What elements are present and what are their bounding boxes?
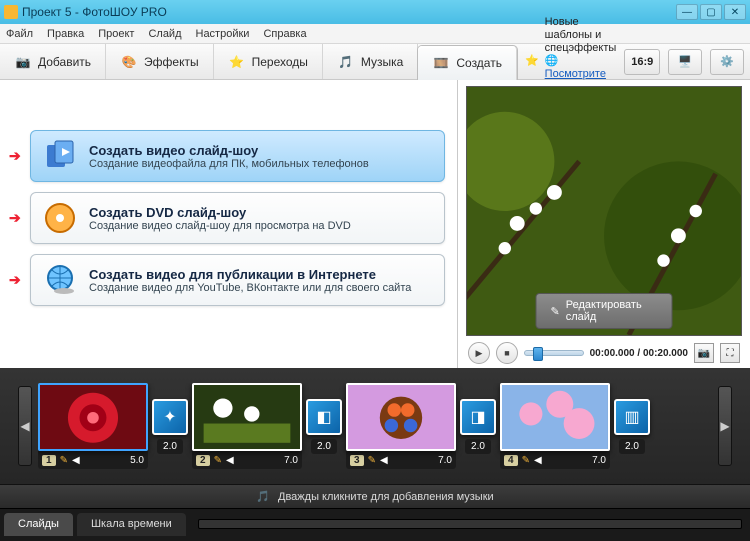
transition-item[interactable]: ▥ 2.0 bbox=[614, 399, 650, 454]
tab-add-label: Добавить bbox=[38, 55, 91, 69]
edit-icon[interactable]: ✎ bbox=[60, 455, 68, 466]
music-icon: 🎵 bbox=[337, 53, 355, 71]
slide-duration: 7.0 bbox=[592, 455, 606, 466]
edit-icon[interactable]: ✎ bbox=[522, 455, 530, 466]
slide-item[interactable]: 3✎◀7.0 bbox=[346, 383, 456, 469]
bottom-tab-timeline[interactable]: Шкала времени bbox=[77, 513, 186, 536]
pencil-icon: ✎ bbox=[551, 305, 560, 318]
slide-duration: 7.0 bbox=[438, 455, 452, 466]
option-desc: Создание видео слайд-шоу для просмотра н… bbox=[89, 220, 351, 232]
star-icon: ⭐ bbox=[228, 53, 246, 71]
snapshot-button[interactable]: 📷 bbox=[694, 343, 714, 363]
transition-duration: 2.0 bbox=[465, 439, 491, 454]
maximize-button[interactable]: ▢ bbox=[700, 4, 722, 20]
transition-duration: 2.0 bbox=[157, 439, 183, 454]
pointer-arrow-icon: ➔ bbox=[9, 210, 21, 227]
bottom-tab-slides[interactable]: Слайды bbox=[4, 513, 73, 536]
pointer-arrow-icon: ➔ bbox=[9, 148, 21, 165]
tab-add[interactable]: 📷 Добавить bbox=[0, 44, 106, 79]
tab-transitions[interactable]: ⭐ Переходы bbox=[214, 44, 323, 79]
menu-edit[interactable]: Правка bbox=[47, 28, 84, 40]
timeline: ◀ 1✎◀5.0 ✦ 2.0 2✎◀7.0 ◧ 2.0 3✎◀7.0 ◨ 2.0 bbox=[0, 368, 750, 484]
globe-icon bbox=[43, 263, 77, 297]
prev-frame-icon[interactable]: ◀ bbox=[380, 455, 388, 466]
option-title: Создать видео слайд-шоу bbox=[89, 143, 369, 158]
slide-item[interactable]: 4✎◀7.0 bbox=[500, 383, 610, 469]
film-icon: 🎞️ bbox=[432, 54, 450, 72]
tab-create[interactable]: 🎞️ Создать bbox=[418, 46, 517, 80]
option-video-slideshow[interactable]: ➔ Создать видео слайд-шоу Создание видео… bbox=[30, 130, 445, 182]
transition-icon: ✦ bbox=[152, 399, 188, 435]
option-internet-video[interactable]: ➔ Создать видео для публикации в Интерне… bbox=[30, 254, 445, 306]
tab-music[interactable]: 🎵 Музыка bbox=[323, 44, 418, 79]
edit-slide-button[interactable]: ✎ Редактировать слайд bbox=[536, 293, 673, 329]
transition-item[interactable]: ◧ 2.0 bbox=[306, 399, 342, 454]
close-button[interactable]: ✕ bbox=[724, 4, 746, 20]
menu-file[interactable]: Файл bbox=[6, 28, 33, 40]
preview-panel: ✎ Редактировать слайд ▶ ■ 00:00.000 / 00… bbox=[458, 80, 750, 368]
app-logo-icon bbox=[4, 5, 18, 19]
menu-slide[interactable]: Слайд bbox=[148, 28, 181, 40]
transition-duration: 2.0 bbox=[311, 439, 337, 454]
seek-bar[interactable] bbox=[524, 350, 584, 356]
prev-frame-icon[interactable]: ◀ bbox=[72, 455, 80, 466]
timeline-track[interactable]: 1✎◀5.0 ✦ 2.0 2✎◀7.0 ◧ 2.0 3✎◀7.0 ◨ 2.0 4… bbox=[38, 383, 712, 469]
dvd-disc-icon bbox=[43, 201, 77, 235]
transition-item[interactable]: ✦ 2.0 bbox=[152, 399, 188, 454]
seek-thumb[interactable] bbox=[533, 347, 543, 361]
bottom-bar: Слайды Шкала времени bbox=[0, 508, 750, 541]
video-file-icon bbox=[43, 139, 77, 173]
slide-item[interactable]: 1✎◀5.0 bbox=[38, 383, 148, 469]
edit-icon[interactable]: ✎ bbox=[368, 455, 376, 466]
tab-transitions-label: Переходы bbox=[252, 55, 308, 69]
display-mode-button[interactable]: 🖥️ bbox=[668, 49, 702, 75]
settings-button[interactable]: ⚙️ bbox=[710, 49, 744, 75]
preview-image[interactable]: ✎ Редактировать слайд bbox=[466, 86, 742, 336]
menu-help[interactable]: Справка bbox=[263, 28, 306, 40]
menu-settings[interactable]: Настройки bbox=[196, 28, 250, 40]
transition-duration: 2.0 bbox=[619, 439, 645, 454]
option-title: Создать DVD слайд-шоу bbox=[89, 205, 351, 220]
option-title: Создать видео для публикации в Интернете bbox=[89, 267, 411, 282]
tab-music-label: Музыка bbox=[361, 55, 403, 69]
slide-item[interactable]: 2✎◀7.0 bbox=[192, 383, 302, 469]
play-button[interactable]: ▶ bbox=[468, 342, 490, 364]
option-desc: Создание видео для YouTube, ВКонтакте ил… bbox=[89, 282, 411, 294]
minimize-button[interactable]: — bbox=[676, 4, 698, 20]
tab-create-label: Создать bbox=[456, 56, 502, 70]
tab-effects[interactable]: 🎨 Эффекты bbox=[106, 44, 214, 79]
main-toolbar: 📷 Добавить 🎨 Эффекты ⭐ Переходы 🎵 Музыка… bbox=[0, 44, 750, 80]
palette-icon: 🎨 bbox=[120, 53, 138, 71]
tab-effects-label: Эффекты bbox=[144, 55, 199, 69]
player-controls: ▶ ■ 00:00.000 / 00:20.000 📷 ⛶ bbox=[466, 336, 742, 364]
timeline-scroll-left[interactable]: ◀ bbox=[18, 386, 32, 466]
edit-icon[interactable]: ✎ bbox=[214, 455, 222, 466]
create-panel: ➔ Создать видео слайд-шоу Создание видео… bbox=[0, 80, 458, 368]
stop-button[interactable]: ■ bbox=[496, 342, 518, 364]
star-small-icon: ⭐ bbox=[525, 55, 539, 68]
option-dvd-slideshow[interactable]: ➔ Создать DVD слайд-шоу Создание видео с… bbox=[30, 192, 445, 244]
promo-line1: Новые шаблоны и спецэффекты bbox=[545, 16, 617, 55]
camera-icon: 📷 bbox=[14, 53, 32, 71]
prev-frame-icon[interactable]: ◀ bbox=[534, 455, 542, 466]
slide-duration: 7.0 bbox=[284, 455, 298, 466]
music-note-icon: 🎵 bbox=[256, 490, 270, 503]
prev-frame-icon[interactable]: ◀ bbox=[226, 455, 234, 466]
slide-duration: 5.0 bbox=[130, 455, 144, 466]
transition-icon: ◨ bbox=[460, 399, 496, 435]
menu-bar: Файл Правка Проект Слайд Настройки Справ… bbox=[0, 24, 750, 44]
aspect-ratio-button[interactable]: 16:9 bbox=[624, 49, 660, 75]
transition-icon: ▥ bbox=[614, 399, 650, 435]
transition-item[interactable]: ◨ 2.0 bbox=[460, 399, 496, 454]
timeline-scroll-right[interactable]: ▶ bbox=[718, 386, 732, 466]
time-display: 00:00.000 / 00:20.000 bbox=[590, 348, 688, 359]
pointer-arrow-icon: ➔ bbox=[9, 272, 21, 289]
transition-icon: ◧ bbox=[306, 399, 342, 435]
option-desc: Создание видеофайла для ПК, мобильных те… bbox=[89, 158, 369, 170]
music-hint: Дважды кликните для добавления музыки bbox=[278, 491, 494, 503]
title-bar: Проект 5 - ФотоШОУ PRO — ▢ ✕ bbox=[0, 0, 750, 24]
music-track[interactable]: 🎵 Дважды кликните для добавления музыки bbox=[0, 484, 750, 508]
fullscreen-button[interactable]: ⛶ bbox=[720, 343, 740, 363]
menu-project[interactable]: Проект bbox=[98, 28, 134, 40]
